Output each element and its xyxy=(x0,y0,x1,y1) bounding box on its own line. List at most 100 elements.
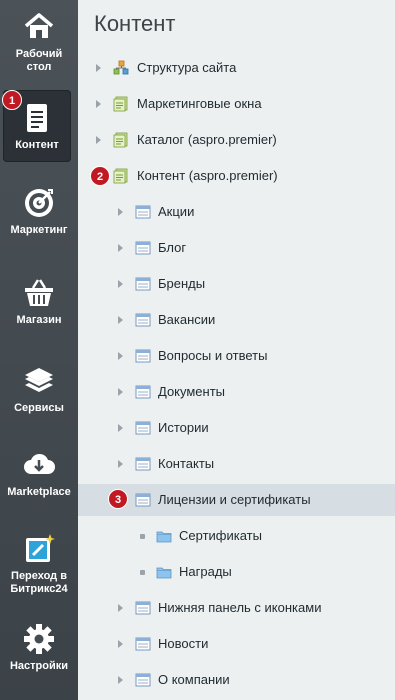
iblock-type-icon xyxy=(113,132,128,148)
expand-arrow-icon[interactable] xyxy=(96,136,101,144)
tree-item-label[interactable]: Истории xyxy=(158,420,209,435)
tree-item-label[interactable]: Документы xyxy=(158,384,225,399)
folder-icon xyxy=(156,531,172,543)
expand-arrow-icon[interactable] xyxy=(118,640,123,648)
sidebar-item-marketing[interactable]: Маркетинг xyxy=(0,186,78,237)
tree-row[interactable]: О компании xyxy=(78,664,395,696)
tree-row[interactable]: Каталог (aspro.premier) xyxy=(78,124,395,156)
sidebar-item-label: Настройки xyxy=(9,660,69,672)
tree-item-label[interactable]: Акции xyxy=(158,204,194,219)
gear-icon xyxy=(24,624,54,654)
iblock-icon xyxy=(135,493,151,507)
iblock-icon xyxy=(135,313,151,327)
sidebar-item-label: Сервисы xyxy=(14,402,64,414)
sidebar-item-label: Контент xyxy=(15,139,59,151)
folder-icon xyxy=(156,567,172,579)
tree-row[interactable]: Сертификаты xyxy=(78,520,395,552)
tree-item-label[interactable]: Каталог (aspro.premier) xyxy=(137,132,277,147)
tree-item-label[interactable]: Нижняя панель с иконками xyxy=(158,600,321,615)
bullet-icon xyxy=(140,534,145,539)
sidebar-item-store[interactable]: Магазин xyxy=(0,276,78,327)
tree-item-label[interactable]: Структура сайта xyxy=(137,60,236,75)
expand-arrow-icon[interactable] xyxy=(118,424,123,432)
expand-arrow-icon[interactable] xyxy=(118,352,123,360)
sidebar-item-marketplace[interactable]: Marketplace xyxy=(0,448,78,499)
iblock-type-icon xyxy=(113,168,128,184)
step-badge-2: 2 xyxy=(90,166,110,186)
tree-row[interactable]: Награды xyxy=(78,556,395,588)
tree-item-label[interactable]: Бренды xyxy=(158,276,205,291)
tree-item-label[interactable]: Контент (aspro.premier) xyxy=(137,168,278,183)
iblock-icon xyxy=(135,601,151,615)
sidebar-item-label: Marketplace xyxy=(7,486,71,498)
tree-row[interactable]: Контент (aspro.premier) xyxy=(78,160,395,192)
step-badge-3: 3 xyxy=(108,489,128,509)
sidebar-item-settings[interactable]: Настройки xyxy=(0,622,78,673)
tree-item-label[interactable]: Лицензии и сертификаты xyxy=(158,492,311,507)
tree-row[interactable]: Бренды xyxy=(78,268,395,300)
tree-item-label[interactable]: Блог xyxy=(158,240,186,255)
tree-row[interactable]: Маркетинговые окна xyxy=(78,88,395,120)
expand-arrow-icon[interactable] xyxy=(118,316,123,324)
step-badge-1: 1 xyxy=(2,90,22,110)
expand-arrow-icon[interactable] xyxy=(118,460,123,468)
home-icon xyxy=(24,13,54,38)
tree-row[interactable]: Акции xyxy=(78,196,395,228)
layers-icon xyxy=(25,368,53,392)
iblock-icon xyxy=(135,457,151,471)
tree-row[interactable]: Новости xyxy=(78,628,395,660)
iblock-icon xyxy=(135,277,151,291)
expand-arrow-icon[interactable] xyxy=(96,100,101,108)
tree-item-label[interactable]: Награды xyxy=(179,564,232,579)
iblock-icon xyxy=(135,673,151,687)
iblock-icon xyxy=(135,385,151,399)
tree-row[interactable]: Документы xyxy=(78,376,395,408)
admin-sidebar: Рабочий стол Контент 1 Маркетинг Магазин… xyxy=(0,0,78,700)
expand-arrow-icon[interactable] xyxy=(118,208,123,216)
sidebar-item-label-2: стол xyxy=(26,61,52,73)
bullet-icon xyxy=(140,570,145,575)
iblock-icon xyxy=(135,421,151,435)
tree-row[interactable]: Вакансии xyxy=(78,304,395,336)
iblock-icon xyxy=(135,241,151,255)
bitrix24-icon xyxy=(26,534,55,562)
expand-arrow-icon[interactable] xyxy=(118,280,123,288)
tree-item-label[interactable]: Контакты xyxy=(158,456,214,471)
sidebar-item-label: Рабочий xyxy=(15,48,63,60)
sidebar-item-label: Переход в xyxy=(11,570,67,582)
tree-item-label[interactable]: Вопросы и ответы xyxy=(158,348,267,363)
sidebar-item-desktop[interactable]: Рабочий стол xyxy=(0,10,78,74)
basket-icon xyxy=(25,279,53,306)
sidebar-item-label: Маркетинг xyxy=(10,224,68,236)
tree-item-label[interactable]: Вакансии xyxy=(158,312,215,327)
iblock-icon xyxy=(135,349,151,363)
target-icon xyxy=(25,189,53,217)
sidebar-item-bitrix24[interactable]: Переход в Битрикс24 xyxy=(0,532,78,596)
tree-row[interactable]: Вопросы и ответы xyxy=(78,340,395,372)
tree-row[interactable]: Истории xyxy=(78,412,395,444)
cloud-download-icon xyxy=(24,453,55,474)
sidebar-item-label-2: Битрикс24 xyxy=(10,583,68,595)
site-structure-icon xyxy=(113,60,129,75)
expand-arrow-icon[interactable] xyxy=(118,604,123,612)
tree-row[interactable]: Нижняя панель с иконками xyxy=(78,592,395,624)
expand-arrow-icon[interactable] xyxy=(118,244,123,252)
expand-arrow-icon[interactable] xyxy=(118,388,123,396)
tree-row[interactable]: Контакты xyxy=(78,448,395,480)
tree-item-label[interactable]: О компании xyxy=(158,672,230,687)
iblock-type-icon xyxy=(113,96,128,112)
tree-row[interactable]: Структура сайта xyxy=(78,52,395,84)
sidebar-item-services[interactable]: Сервисы xyxy=(0,364,78,415)
page-title: Контент xyxy=(94,11,176,36)
tree-item-label[interactable]: Сертификаты xyxy=(179,528,262,543)
tree-item-label[interactable]: Новости xyxy=(158,636,208,651)
sidebar-item-label: Магазин xyxy=(16,314,62,326)
expand-arrow-icon[interactable] xyxy=(118,676,123,684)
expand-arrow-icon[interactable] xyxy=(96,64,101,72)
iblock-icon xyxy=(135,637,151,651)
document-icon xyxy=(27,104,47,132)
content-panel: Контент Структура сайта Маркетинговые ок… xyxy=(78,0,395,700)
tree-row[interactable]: Блог xyxy=(78,232,395,264)
iblock-icon xyxy=(135,205,151,219)
tree-item-label[interactable]: Маркетинговые окна xyxy=(137,96,262,111)
